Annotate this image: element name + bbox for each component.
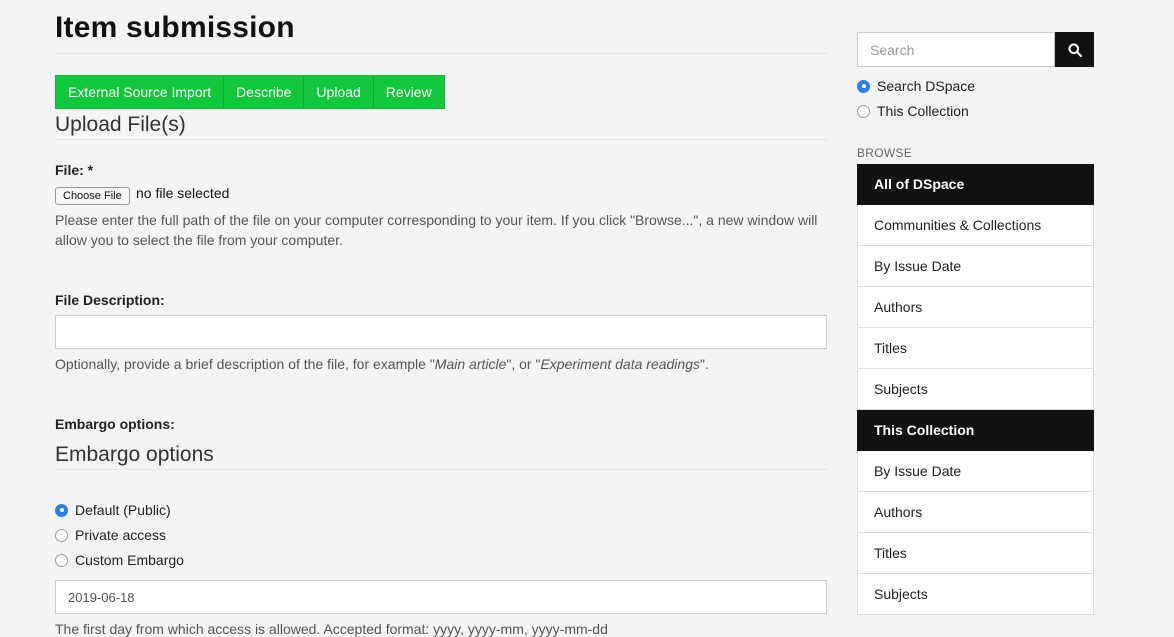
- embargo-option-label: Private access: [75, 527, 167, 543]
- browse-header-all-of-dspace: All of DSpace: [857, 164, 1094, 205]
- upload-divider: [55, 139, 827, 140]
- file-description-input[interactable]: [55, 315, 827, 349]
- collection-browse-by-issue-date[interactable]: By Issue Date: [857, 451, 1094, 492]
- embargo-date-help: The first day from which access is allow…: [55, 621, 608, 637]
- radio-checked-icon[interactable]: [55, 503, 68, 517]
- choose-file-button[interactable]: Choose File: [55, 187, 130, 205]
- scope-option-label: Search DSpace: [877, 78, 976, 94]
- step-upload[interactable]: Upload: [304, 76, 374, 108]
- embargo-divider: [55, 469, 827, 470]
- browse-subjects[interactable]: Subjects: [857, 369, 1094, 410]
- browse-communities-collections[interactable]: Communities & Collections: [857, 205, 1094, 246]
- step-describe[interactable]: Describe: [224, 76, 305, 108]
- page-title: Item submission: [55, 11, 295, 44]
- step-external-source-import[interactable]: External Source Import: [56, 76, 225, 108]
- file-label: File: *: [55, 162, 94, 178]
- browse-header-this-collection: This Collection: [857, 410, 1094, 451]
- embargo-option-custom[interactable]: Custom Embargo: [55, 552, 184, 568]
- upload-heading: Upload File(s): [55, 113, 186, 136]
- file-description-label: File Description:: [55, 292, 165, 308]
- scope-this-collection[interactable]: This Collection: [857, 103, 969, 119]
- radio-unchecked-icon[interactable]: [857, 104, 870, 118]
- embargo-option-private[interactable]: Private access: [55, 527, 166, 543]
- radio-unchecked-icon[interactable]: [55, 528, 68, 542]
- embargo-option-default[interactable]: Default (Public): [55, 502, 171, 518]
- description-help-example-main: Main article: [434, 356, 507, 372]
- embargo-date-input[interactable]: 2019-06-18: [55, 580, 827, 614]
- no-file-text: no file selected: [136, 185, 230, 201]
- description-help-middle: ", or ": [506, 356, 541, 372]
- browse-heading: BROWSE: [857, 146, 913, 160]
- title-divider: [55, 53, 827, 54]
- file-description-help: Optionally, provide a brief description …: [55, 354, 827, 374]
- submission-steps: External Source Import Describe Upload R…: [55, 75, 445, 109]
- embargo-label: Embargo options:: [55, 416, 175, 432]
- description-help-example-data: Experiment data readings: [540, 356, 700, 372]
- browse-authors[interactable]: Authors: [857, 287, 1094, 328]
- collection-browse-authors[interactable]: Authors: [857, 492, 1094, 533]
- file-help-text: Please enter the full path of the file o…: [55, 212, 818, 248]
- scope-search-dspace[interactable]: Search DSpace: [857, 78, 975, 94]
- radio-checked-icon[interactable]: [857, 79, 870, 93]
- embargo-heading: Embargo options: [55, 443, 214, 466]
- description-help-suffix: ".: [700, 356, 709, 372]
- browse-list: All of DSpace Communities & Collections …: [857, 164, 1094, 615]
- scope-option-label: This Collection: [877, 103, 969, 119]
- collection-browse-subjects[interactable]: Subjects: [857, 574, 1094, 615]
- search-placeholder: Search: [870, 41, 915, 58]
- browse-titles[interactable]: Titles: [857, 328, 1094, 369]
- embargo-option-label: Custom Embargo: [75, 552, 184, 568]
- embargo-option-label: Default (Public): [75, 502, 171, 518]
- description-help-prefix: Optionally, provide a brief description …: [55, 356, 435, 372]
- magnifier-icon: [1068, 43, 1082, 57]
- search-button[interactable]: [1055, 32, 1094, 67]
- collection-browse-titles[interactable]: Titles: [857, 533, 1094, 574]
- step-review[interactable]: Review: [374, 76, 444, 108]
- search-input[interactable]: Search: [857, 32, 1055, 67]
- browse-by-issue-date[interactable]: By Issue Date: [857, 246, 1094, 287]
- embargo-date-value: 2019-06-18: [68, 589, 135, 605]
- radio-unchecked-icon[interactable]: [55, 553, 68, 567]
